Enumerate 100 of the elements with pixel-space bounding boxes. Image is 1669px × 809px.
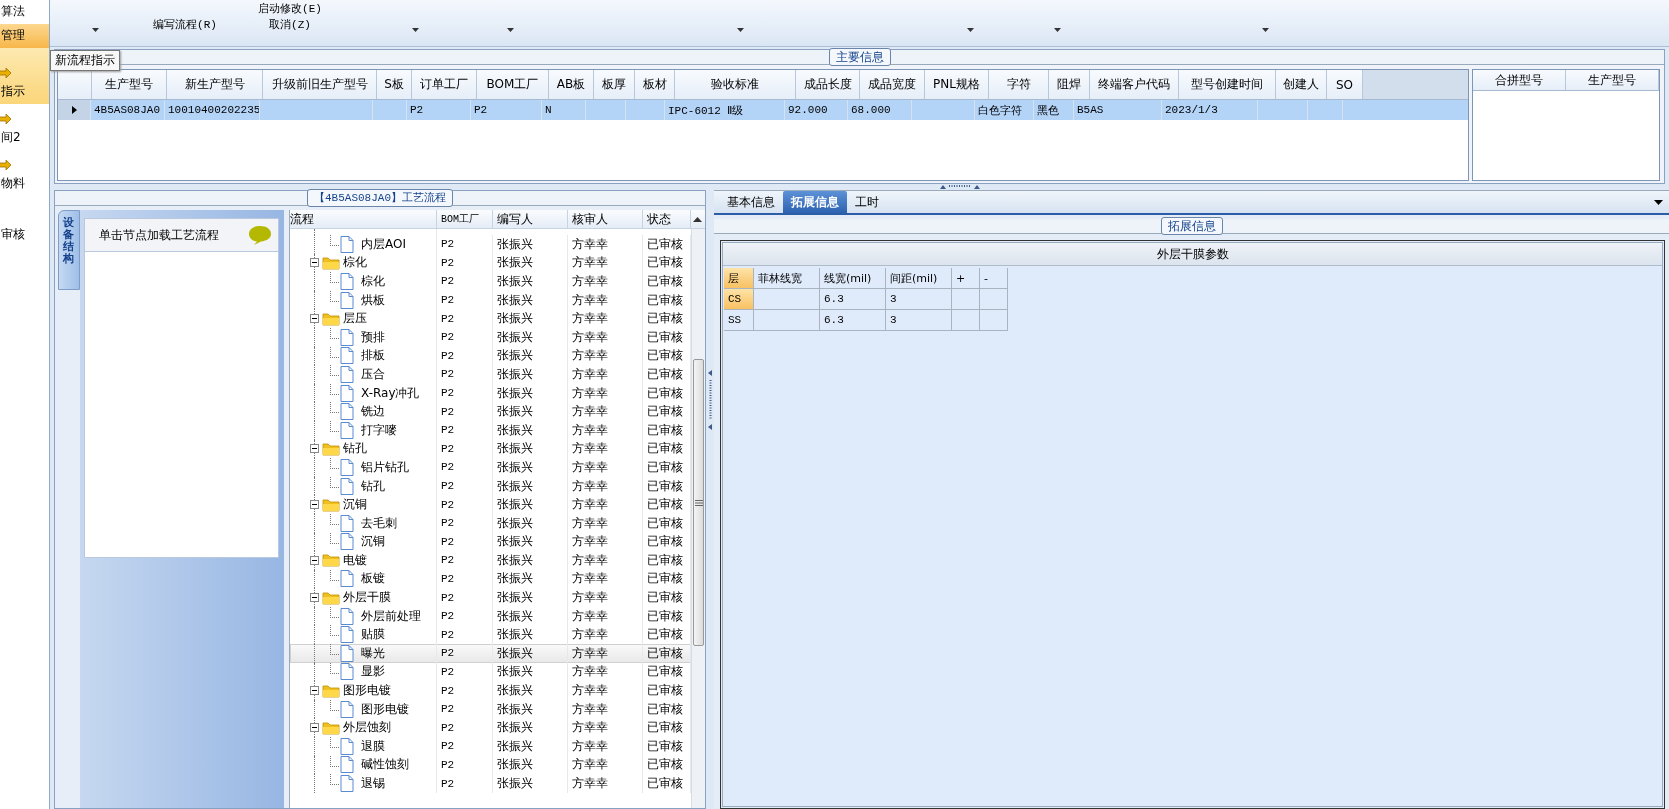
sidebar-item[interactable]: 管理 — [0, 24, 49, 48]
column-header[interactable]: 成品长度 — [796, 70, 860, 99]
column-header[interactable]: 合拼型号 — [1473, 70, 1566, 90]
tree-node[interactable]: 显影 — [361, 663, 385, 681]
column-header[interactable]: 板厚 — [594, 70, 635, 99]
tree-node[interactable]: 铝片钻孔 — [361, 458, 409, 476]
tree-node[interactable]: X-Ray冲孔 — [361, 384, 420, 402]
tree-node[interactable]: 退膜 — [361, 737, 385, 755]
tree-row[interactable]: 烘板 P2 张振兴 方幸幸 已审核 — [290, 290, 691, 310]
tree-row[interactable]: 显影 P2 张振兴 方幸幸 已审核 — [290, 662, 691, 682]
tree-row[interactable]: 板镀 P2 张振兴 方幸幸 已审核 — [290, 569, 691, 589]
tree-node[interactable]: 图形电镀 — [361, 700, 409, 718]
tree-node[interactable]: 外层前处理 — [361, 607, 421, 625]
column-header[interactable]: + — [952, 268, 980, 289]
sidebar-item[interactable]: 指示 — [0, 48, 49, 104]
splitter-grip-icon[interactable] — [707, 369, 713, 430]
tree-row[interactable]: 外层前处理 P2 张振兴 方幸幸 已审核 — [290, 606, 691, 626]
column-header[interactable]: 创建人 — [1276, 70, 1327, 99]
column-header[interactable]: 验收标准 — [675, 70, 796, 99]
column-header[interactable]: BOM工厂 — [437, 210, 493, 228]
collapse-icon[interactable] — [310, 444, 319, 454]
sidebar-item[interactable]: 间2 — [0, 104, 49, 150]
caret-icon[interactable] — [1054, 28, 1061, 32]
caret-icon[interactable] — [736, 28, 744, 32]
column-header[interactable]: 层 — [724, 268, 754, 289]
collapse-icon[interactable] — [310, 686, 319, 696]
scrollbar-thumb[interactable] — [693, 359, 704, 646]
collapse-icon[interactable] — [310, 314, 319, 324]
column-header[interactable]: 板材 — [635, 70, 675, 99]
column-header[interactable]: 编写人 — [493, 210, 568, 228]
table-cell[interactable]: 3 — [886, 310, 952, 331]
column-header[interactable]: 菲林线宽 — [754, 268, 820, 289]
table-cell[interactable] — [980, 310, 1008, 331]
table-cell[interactable] — [952, 289, 980, 310]
tab[interactable]: 工时 — [847, 191, 887, 213]
column-header[interactable]: 成品宽度 — [860, 70, 925, 99]
column-header[interactable]: S板 — [377, 70, 412, 99]
tree-node[interactable]: 沉铜 — [361, 533, 385, 551]
column-header[interactable]: AB板 — [549, 70, 594, 99]
table-cell[interactable]: CS — [724, 289, 754, 310]
caret-icon[interactable] — [91, 28, 99, 32]
toolbar-command[interactable]: 取消(Z) — [269, 17, 311, 32]
tree-node[interactable]: 钻孔 — [343, 440, 367, 458]
column-header[interactable]: 状态 — [643, 210, 691, 228]
tree-row[interactable]: 图形电镀 P2 张振兴 方幸幸 已审核 — [290, 699, 691, 719]
tree-node[interactable]: 图形电镀 — [343, 682, 391, 700]
sidebar-item[interactable]: 算法 — [0, 0, 49, 24]
tree-node[interactable]: 退锡 — [361, 775, 385, 792]
table-cell[interactable]: 6.3 — [820, 289, 886, 310]
tree-node[interactable]: 电镀 — [343, 551, 367, 569]
table-row[interactable]: 4B5AS08JA0 10010400202235 P2 P2 N IPC-6012 Ⅱ级 92.000 68.000 白色字符 黑色 B5AS 2023/1/3 — [58, 100, 1468, 120]
table-cell[interactable]: 6.3 — [820, 310, 886, 331]
column-header[interactable]: 型号创建时间 — [1179, 70, 1276, 99]
collapse-icon[interactable] — [310, 258, 319, 268]
caret-icon[interactable] — [506, 28, 514, 32]
tree-node[interactable]: 贴膜 — [361, 626, 385, 644]
tree-node[interactable]: 压合 — [361, 365, 385, 383]
caret-icon[interactable] — [1654, 200, 1663, 205]
tab[interactable]: 基本信息 — [719, 191, 783, 213]
tree-node[interactable]: 外层蚀刻 — [343, 719, 391, 737]
toolbar-command[interactable]: 启动修改(E) — [258, 1, 322, 16]
column-header[interactable]: 生产型号 — [1566, 70, 1659, 90]
collapse-icon[interactable] — [310, 593, 319, 603]
tree-node[interactable]: 内层AOI — [361, 235, 406, 253]
tree-row[interactable]: 压合 P2 张振兴 方幸幸 已审核 — [290, 365, 691, 384]
tree-node[interactable]: 棕化 — [361, 273, 385, 290]
splitter-grip-icon[interactable] — [939, 184, 980, 189]
tree-row[interactable]: 排板 P2 张振兴 方幸幸 已审核 — [290, 346, 691, 366]
caret-icon[interactable] — [1261, 28, 1269, 32]
column-header[interactable]: 核审人 — [568, 210, 643, 228]
tab[interactable]: 拓展信息 — [783, 191, 847, 213]
column-header[interactable]: 线宽(mil) — [820, 268, 886, 289]
column-header[interactable]: PNL规格 — [925, 70, 989, 99]
column-header[interactable]: 字符 — [989, 70, 1049, 99]
table-cell[interactable]: 3 — [886, 289, 952, 310]
column-header[interactable]: 生产型号 — [92, 70, 167, 99]
column-header[interactable]: 终端客户代码 — [1090, 70, 1179, 99]
column-header[interactable]: 流程 — [290, 210, 437, 228]
collapse-icon[interactable] — [310, 500, 319, 510]
column-header[interactable]: 新生产型号 — [167, 70, 263, 99]
tree-node[interactable]: 沉铜 — [343, 496, 367, 514]
row-header[interactable] — [58, 100, 91, 120]
tree-node[interactable]: 碱性蚀刻 — [361, 756, 409, 774]
collapse-icon[interactable] — [310, 555, 319, 565]
table-cell[interactable] — [754, 310, 820, 331]
tree-node[interactable]: 板镀 — [361, 570, 385, 588]
collapse-icon[interactable] — [310, 723, 319, 733]
tree-row[interactable]: 沉铜 P2 张振兴 方幸幸 已审核 — [290, 532, 691, 552]
tree-node[interactable]: 层压 — [343, 310, 367, 328]
side-tab[interactable]: 设备结构 — [58, 210, 80, 290]
table-cell[interactable] — [952, 310, 980, 331]
tree-row[interactable]: 打字嘜 P2 张振兴 方幸幸 已审核 — [290, 420, 691, 440]
tree-node[interactable]: 棕化 — [343, 254, 367, 272]
tree-row[interactable]: 棕化 P2 张振兴 方幸幸 已审核 — [290, 272, 691, 291]
tree-row[interactable]: 铣边 P2 张振兴 方幸幸 已审核 — [290, 402, 691, 421]
tree-node[interactable]: 预排 — [361, 328, 385, 346]
tree-node[interactable]: 外层干膜 — [343, 589, 391, 607]
tree-node[interactable]: 打字嘜 — [361, 421, 397, 439]
tree-row[interactable]: 去毛刺 P2 张振兴 方幸幸 已审核 — [290, 513, 691, 533]
tree-node[interactable]: 排板 — [361, 347, 385, 365]
